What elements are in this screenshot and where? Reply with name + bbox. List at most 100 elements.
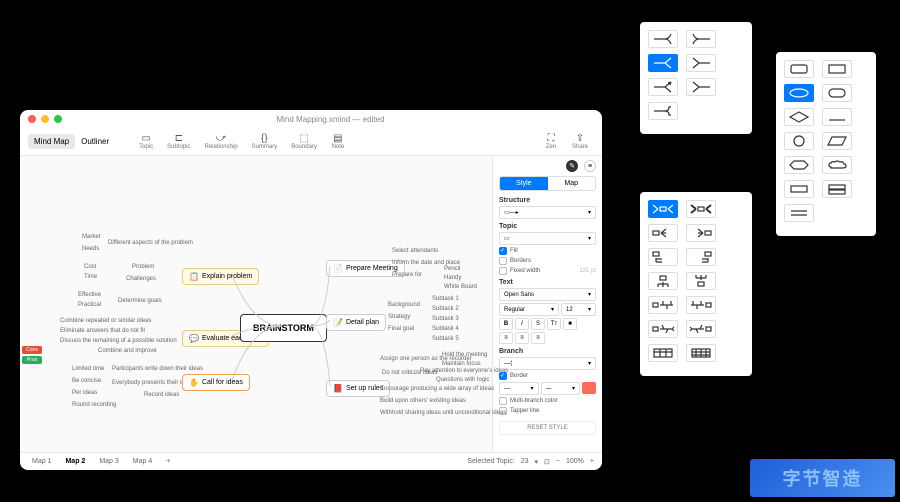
struct-tree-right[interactable] (648, 248, 678, 266)
struct-logic-right[interactable] (648, 224, 678, 242)
minimize-window[interactable] (41, 115, 49, 123)
shape-rounded-rect[interactable] (784, 60, 814, 78)
leaf[interactable]: Subtask 3 (432, 316, 459, 322)
align-left-btn[interactable]: ≡ (499, 332, 513, 344)
leaf[interactable]: Practical (78, 302, 101, 308)
tool-subtopic[interactable]: ⊏Subtopic (161, 131, 196, 152)
format-icon[interactable]: ≡ (584, 160, 596, 172)
maximize-window[interactable] (54, 115, 62, 123)
leaf[interactable]: Effective (78, 292, 101, 298)
fixed-width-check[interactable] (499, 267, 507, 275)
node-explain[interactable]: 📋Explain problem (182, 268, 259, 285)
leaf[interactable]: White Board (444, 284, 477, 290)
struct-fishbone-r[interactable] (648, 320, 678, 338)
leaf[interactable]: Combine repeated or similar ideas (60, 318, 151, 324)
leaf[interactable]: Eliminate answers that do not fit (60, 328, 145, 334)
leaf[interactable]: Withhold sharing ideas until uncondition… (380, 410, 506, 416)
reset-style-btn[interactable]: RESET STYLE (499, 421, 596, 435)
fill-check[interactable] (499, 247, 507, 255)
bold-btn[interactable]: B (499, 318, 513, 330)
leaf[interactable]: Be concise (72, 378, 101, 384)
map-tab-2[interactable]: Map 2 (61, 456, 89, 467)
leaf[interactable]: Pencil (444, 266, 460, 272)
outline-toggle[interactable]: ⊡ (544, 458, 550, 466)
leaf[interactable]: Needs (82, 246, 99, 252)
struct-fishbone-l[interactable] (686, 320, 716, 338)
branch-step-right[interactable] (648, 102, 678, 120)
zoom-out-btn[interactable]: − (556, 458, 560, 465)
branch-curve-right[interactable] (648, 30, 678, 48)
struct-table[interactable] (648, 344, 678, 362)
struct-logic-left[interactable] (686, 224, 716, 242)
struct-matrix[interactable] (686, 344, 716, 362)
shape-circle[interactable] (784, 132, 814, 150)
leaf[interactable]: Select attendants (392, 248, 438, 254)
leaf[interactable]: Participants write down their ideas (112, 366, 203, 372)
leaf[interactable]: Prepare for (392, 272, 422, 278)
leaf[interactable]: Strategy (388, 314, 410, 320)
align-right-btn[interactable]: ≡ (531, 332, 545, 344)
font-select[interactable]: Open Sans▾ (499, 288, 596, 301)
shape-ellipse[interactable] (784, 84, 814, 102)
align-center-btn[interactable]: ≡ (515, 332, 529, 344)
map-tab-1[interactable]: Map 1 (28, 456, 55, 467)
shape-parallelogram[interactable] (822, 132, 852, 150)
tool-topic[interactable]: ▭Topic (133, 131, 159, 152)
tool-share[interactable]: ⇪Share (566, 131, 594, 152)
branch-arrow-right[interactable] (648, 78, 678, 96)
leaf[interactable]: Different aspects of the problem (108, 240, 193, 246)
tool-relationship[interactable]: ⤻Relationship (199, 131, 244, 152)
leaf[interactable]: Limited time (72, 366, 104, 372)
italic-btn[interactable]: I (515, 318, 529, 330)
struct-balanced[interactable] (648, 200, 678, 218)
border-check[interactable] (499, 372, 507, 380)
central-topic[interactable]: BRAINSTORM (240, 314, 327, 342)
leaf[interactable]: Background (388, 302, 420, 308)
leaf[interactable]: Discuss the remaining of a possible solu… (60, 338, 177, 344)
tool-zen[interactable]: ⛶Zen (538, 131, 564, 152)
topic-shape-select[interactable]: ▭▾ (499, 232, 596, 245)
leaf[interactable]: Subtask 5 (432, 336, 459, 342)
struct-timeline-v[interactable] (686, 296, 716, 314)
line-style-select[interactable]: —▾ (499, 382, 539, 395)
inspect-icon[interactable]: ✎ (566, 160, 578, 172)
leaf[interactable]: Per ideas (72, 390, 97, 396)
leaf[interactable]: Build upon others' existing ideas (380, 398, 466, 404)
cons-marker[interactable]: Cons (22, 346, 42, 354)
leaf[interactable]: Cost (84, 264, 96, 270)
shape-none[interactable] (784, 204, 814, 222)
struct-timeline-h[interactable] (648, 296, 678, 314)
leaf[interactable]: Market (82, 234, 100, 240)
leaf[interactable]: Time (84, 274, 97, 280)
shape-rect[interactable] (822, 60, 852, 78)
leaf[interactable]: Problem (132, 264, 154, 270)
leaf[interactable]: Subtask 2 (432, 306, 459, 312)
leaf[interactable]: Record ideas (144, 392, 179, 398)
tab-style[interactable]: Style (500, 177, 548, 190)
leaf[interactable]: Subtask 1 (432, 296, 459, 302)
multibranch-check[interactable] (499, 397, 507, 405)
shape-diamond[interactable] (784, 108, 814, 126)
tool-note[interactable]: ▤Note (325, 131, 351, 152)
node-detail[interactable]: 📝Detail plan (326, 314, 386, 331)
close-window[interactable] (28, 115, 36, 123)
mode-outliner[interactable]: Outliner (75, 134, 115, 149)
shape-stack[interactable] (822, 180, 852, 198)
leaf[interactable]: Final goal (388, 326, 414, 332)
leaf[interactable]: Encourage producing a wide array of idea… (380, 386, 494, 392)
borders-check[interactable] (499, 257, 507, 265)
canvas[interactable]: Market Needs Cost Time Effective Practic… (20, 156, 492, 452)
size-select[interactable]: 12▾ (561, 303, 596, 316)
leaf[interactable]: Hold the meeting (442, 352, 487, 358)
color-btn[interactable]: ■ (563, 318, 577, 330)
shape-capsule[interactable] (822, 84, 852, 102)
structure-select[interactable]: ▭—▸▾ (499, 206, 596, 219)
leaf[interactable]: Pay attention to everyone's ideas (420, 368, 508, 374)
shape-hexagon[interactable] (784, 156, 814, 174)
map-tab-4[interactable]: Map 4 (129, 456, 156, 467)
mode-mindmap[interactable]: Mind Map (28, 134, 75, 149)
branch-select[interactable]: —⟨▾ (499, 357, 596, 370)
branch-arrow-left[interactable] (686, 78, 716, 96)
shape-single-line[interactable] (784, 180, 814, 198)
tab-map[interactable]: Map (548, 177, 596, 190)
